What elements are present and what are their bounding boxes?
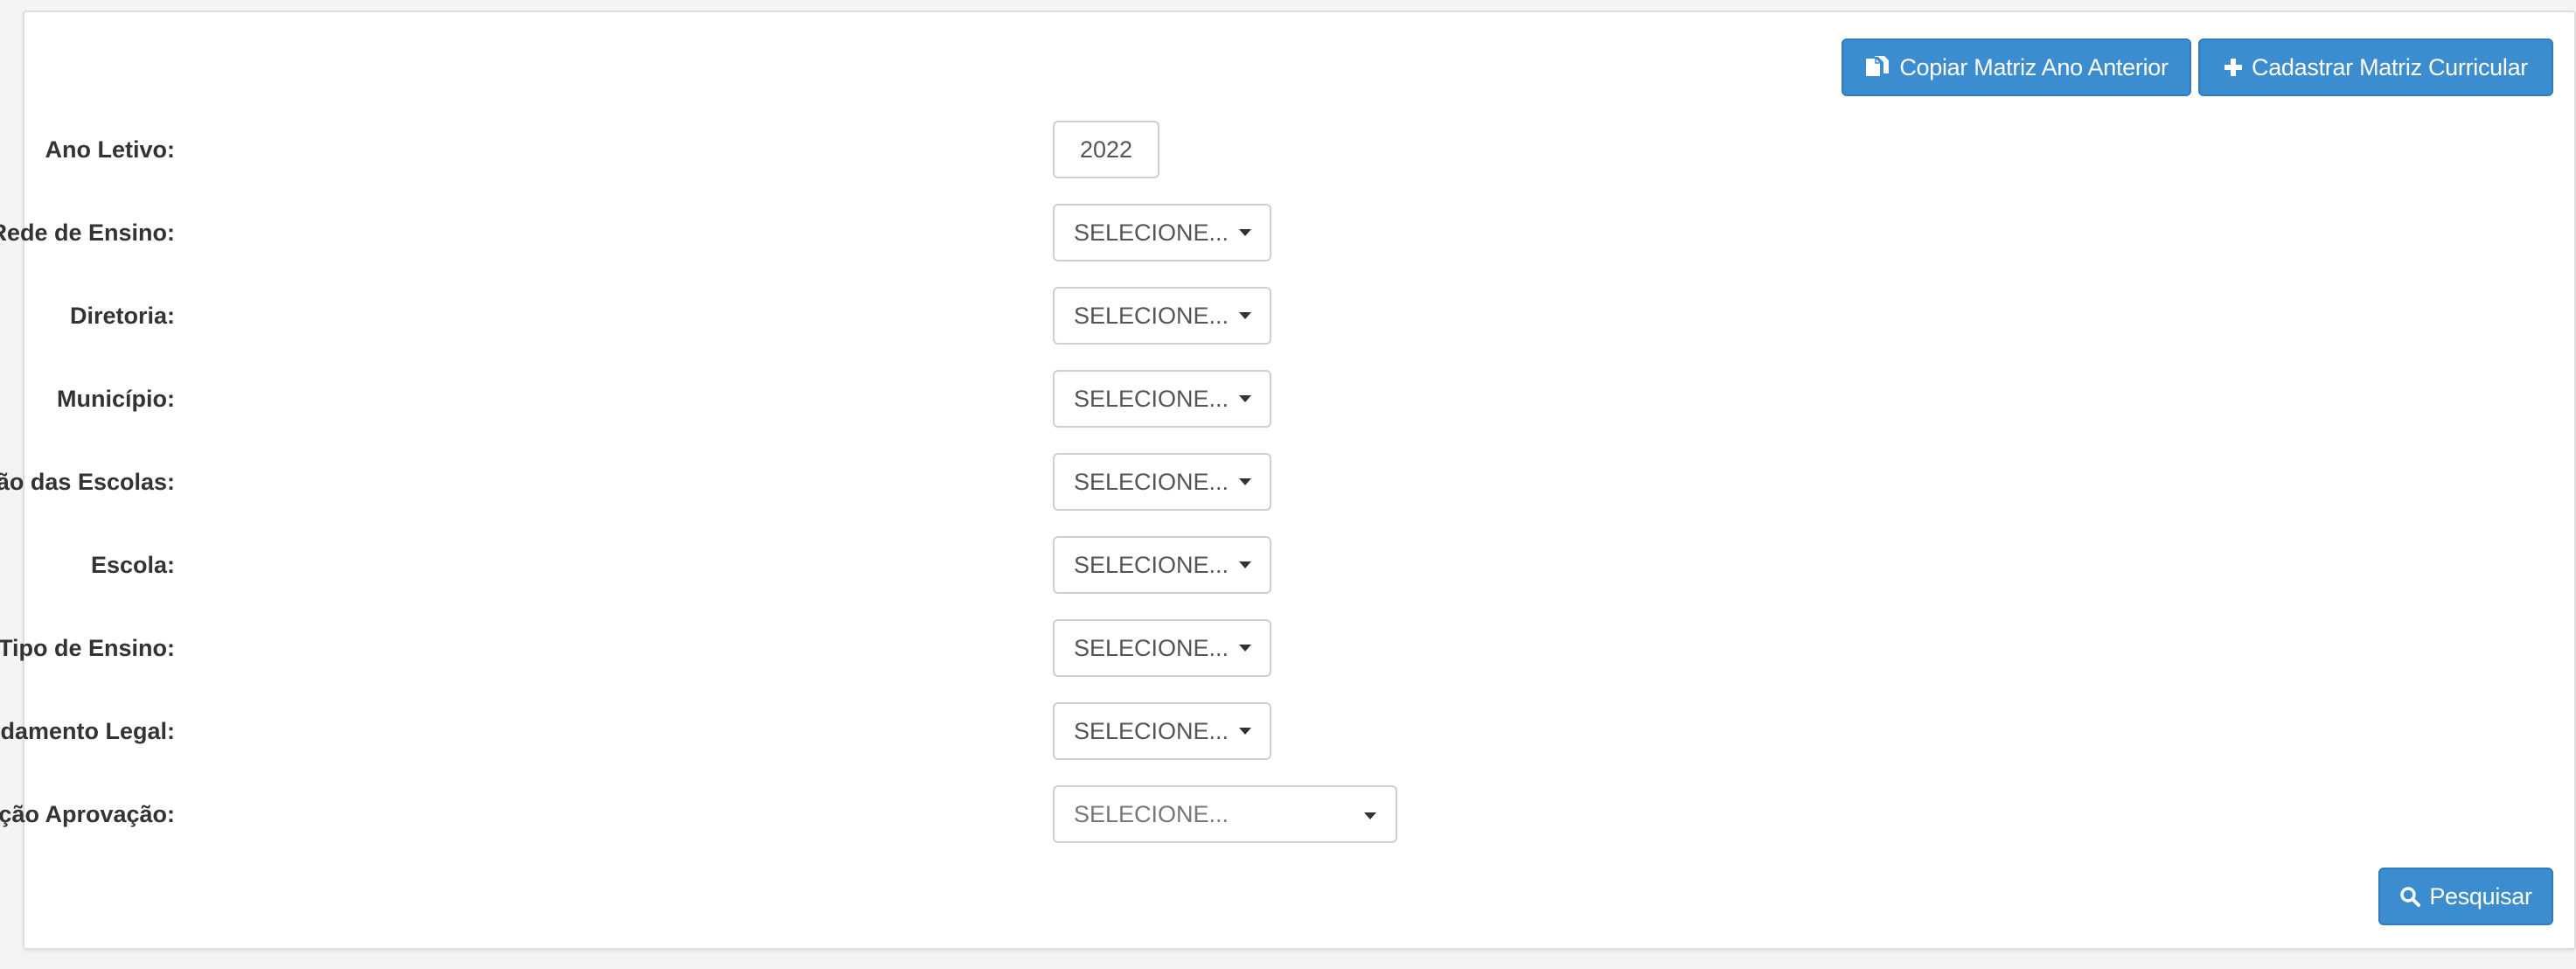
diretoria-label: Diretoria: xyxy=(69,302,175,329)
situacao-escolas-dropdown[interactable]: SELECIONE... xyxy=(1053,453,1271,511)
fundamento-legal-label: Fundamento Legal: xyxy=(0,717,175,744)
register-curriculum-label: Cadastrar Matriz Curricular xyxy=(2252,53,2528,80)
form-row-ano-letivo: Ano Letivo: 2022 xyxy=(24,121,1598,178)
caret-down-icon xyxy=(1239,645,1252,652)
form-row-municipio: Município: SELECIONE... xyxy=(24,370,1598,428)
form-row-escola: Escola: SELECIONE... xyxy=(24,536,1598,594)
search-label: Pesquisar xyxy=(2429,882,2532,910)
municipio-dropdown[interactable]: SELECIONE... xyxy=(1053,370,1271,428)
tipo-de-ensino-dropdown[interactable]: SELECIONE... xyxy=(1053,619,1271,677)
escola-dropdown[interactable]: SELECIONE... xyxy=(1053,536,1271,594)
copy-icon xyxy=(1864,55,1890,80)
tipo-de-ensino-value: SELECIONE... xyxy=(1074,634,1229,661)
caret-down-icon xyxy=(1239,728,1252,735)
copy-previous-year-button[interactable]: Copiar Matriz Ano Anterior xyxy=(1841,38,2191,96)
search-button[interactable]: Pesquisar xyxy=(2378,868,2553,925)
diretoria-dropdown[interactable]: SELECIONE... xyxy=(1053,287,1271,345)
municipio-label: Município: xyxy=(57,385,175,412)
form-row-diretoria: Diretoria: SELECIONE... xyxy=(24,287,1598,345)
search-icon xyxy=(2399,886,2421,907)
caret-down-icon xyxy=(1239,478,1252,485)
tipo-de-ensino-label: Tipo de Ensino: xyxy=(0,634,175,661)
situacao-aprovacao-select[interactable]: SELECIONE... xyxy=(1053,785,1397,843)
rede-de-ensino-label: Rede de Ensino: xyxy=(0,219,175,246)
rede-de-ensino-value: SELECIONE... xyxy=(1074,219,1229,246)
ano-letivo-field[interactable]: 2022 xyxy=(1053,121,1159,178)
situacao-escolas-value: SELECIONE... xyxy=(1074,468,1229,495)
caret-down-icon xyxy=(1364,812,1376,819)
situacao-aprovacao-value: SELECIONE... xyxy=(1074,800,1229,827)
municipio-value: SELECIONE... xyxy=(1074,385,1229,412)
diretoria-value: SELECIONE... xyxy=(1074,302,1229,329)
situacao-escolas-label: Situação das Escolas: xyxy=(0,468,175,495)
caret-down-icon xyxy=(1239,561,1252,568)
form-row-tipo-de-ensino: Tipo de Ensino: SELECIONE... xyxy=(0,619,1598,677)
escola-label: Escola: xyxy=(90,551,175,578)
fundamento-legal-dropdown[interactable]: SELECIONE... xyxy=(1053,702,1271,760)
rede-de-ensino-dropdown[interactable]: SELECIONE... xyxy=(1053,204,1271,261)
register-curriculum-button[interactable]: Cadastrar Matriz Curricular xyxy=(2198,38,2553,96)
caret-down-icon xyxy=(1239,312,1252,319)
form-row-situacao-escolas: Situação das Escolas: SELECIONE... xyxy=(0,453,1598,511)
ano-letivo-value: 2022 xyxy=(1079,136,1133,163)
form-row-fundamento-legal: Fundamento Legal: SELECIONE... xyxy=(0,702,1598,760)
form-row-rede-de-ensino: Rede de Ensino: SELECIONE... xyxy=(0,204,1598,261)
situacao-aprovacao-label: Situação Aprovação: xyxy=(0,800,175,827)
plus-icon xyxy=(2224,58,2243,77)
caret-down-icon xyxy=(1239,395,1252,402)
caret-down-icon xyxy=(1239,229,1252,236)
filter-panel: Copiar Matriz Ano Anterior Cadastrar Mat… xyxy=(0,10,2576,950)
copy-previous-year-label: Copiar Matriz Ano Anterior xyxy=(1899,53,2169,80)
ano-letivo-label: Ano Letivo: xyxy=(45,136,176,163)
fundamento-legal-value: SELECIONE... xyxy=(1074,717,1229,744)
form-row-situacao-aprovacao: Situação Aprovação: SELECIONE... xyxy=(0,785,1598,843)
escola-value: SELECIONE... xyxy=(1074,551,1229,578)
